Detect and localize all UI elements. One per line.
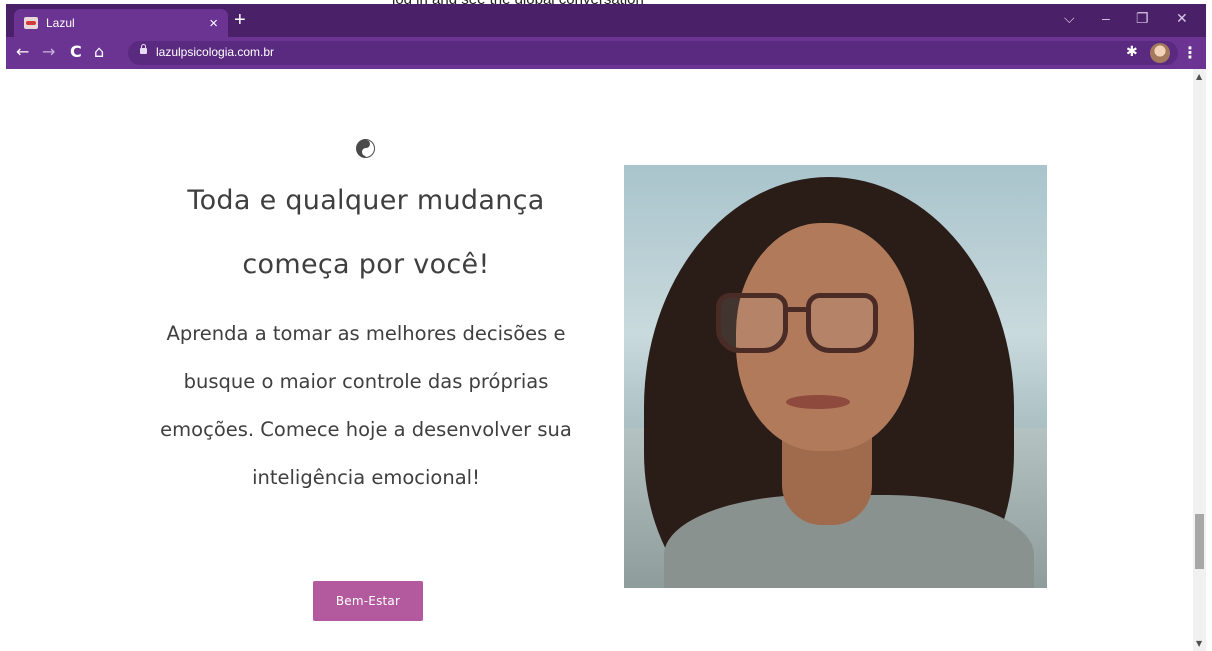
new-tab-button[interactable]: + xyxy=(234,10,246,30)
tab-close-icon[interactable]: × xyxy=(209,15,218,32)
back-button[interactable]: ← xyxy=(16,43,29,61)
vertical-scrollbar[interactable]: ▲ ▼ xyxy=(1193,69,1206,651)
scroll-up-arrow-icon[interactable]: ▲ xyxy=(1196,72,1202,81)
photo-lips xyxy=(786,395,850,409)
scrollbar-thumb[interactable] xyxy=(1195,514,1204,569)
glasses-right-lens xyxy=(806,293,878,353)
home-button[interactable]: ⌂ xyxy=(94,43,104,61)
forward-button[interactable]: → xyxy=(42,43,55,61)
tab-lazul[interactable]: Lazul × xyxy=(14,9,228,37)
url-text[interactable]: lazulpsicologia.com.br xyxy=(156,45,274,59)
browser-menu-icon[interactable]: ⋮ xyxy=(1182,43,1198,62)
profile-avatar[interactable] xyxy=(1150,43,1170,63)
glasses-left-lens xyxy=(716,293,788,353)
close-window-button[interactable]: ✕ xyxy=(1176,10,1188,27)
glasses-bridge xyxy=(788,307,808,312)
headline: Toda e qualquer mudança começa por você! xyxy=(187,185,545,280)
tab-strip: Lazul × + ⌵ – ❐ ✕ xyxy=(6,4,1206,37)
lock-icon xyxy=(140,44,147,54)
tab-title: Lazul xyxy=(46,16,75,30)
yin-yang-icon xyxy=(356,139,375,158)
bem-estar-button[interactable]: Bem-Estar xyxy=(313,581,423,621)
tab-search-icon[interactable]: ⌵ xyxy=(1064,10,1075,27)
woman-portrait-photo xyxy=(624,165,1047,588)
scroll-down-arrow-icon[interactable]: ▼ xyxy=(1196,639,1202,648)
lazul-favicon-icon xyxy=(24,17,38,29)
body-text: Aprenda a tomar as melhores decisões e b… xyxy=(160,322,572,489)
page-viewport: Toda e qualquer mudança começa por você!… xyxy=(6,69,1206,651)
address-bar[interactable]: lazulpsicologia.com.br ☆ xyxy=(128,41,1178,65)
extensions-puzzle-icon[interactable]: ✱ xyxy=(1126,44,1138,60)
browser-window: Lazul × + ⌵ – ❐ ✕ ← → C ⌂ lazulpsicologi… xyxy=(6,4,1206,651)
restore-button[interactable]: ❐ xyxy=(1136,10,1149,27)
reload-button[interactable]: C xyxy=(70,43,82,61)
browser-toolbar: ← → C ⌂ lazulpsicologia.com.br ☆ ✱ ⋮ xyxy=(6,37,1206,69)
minimize-button[interactable]: – xyxy=(1102,10,1110,26)
